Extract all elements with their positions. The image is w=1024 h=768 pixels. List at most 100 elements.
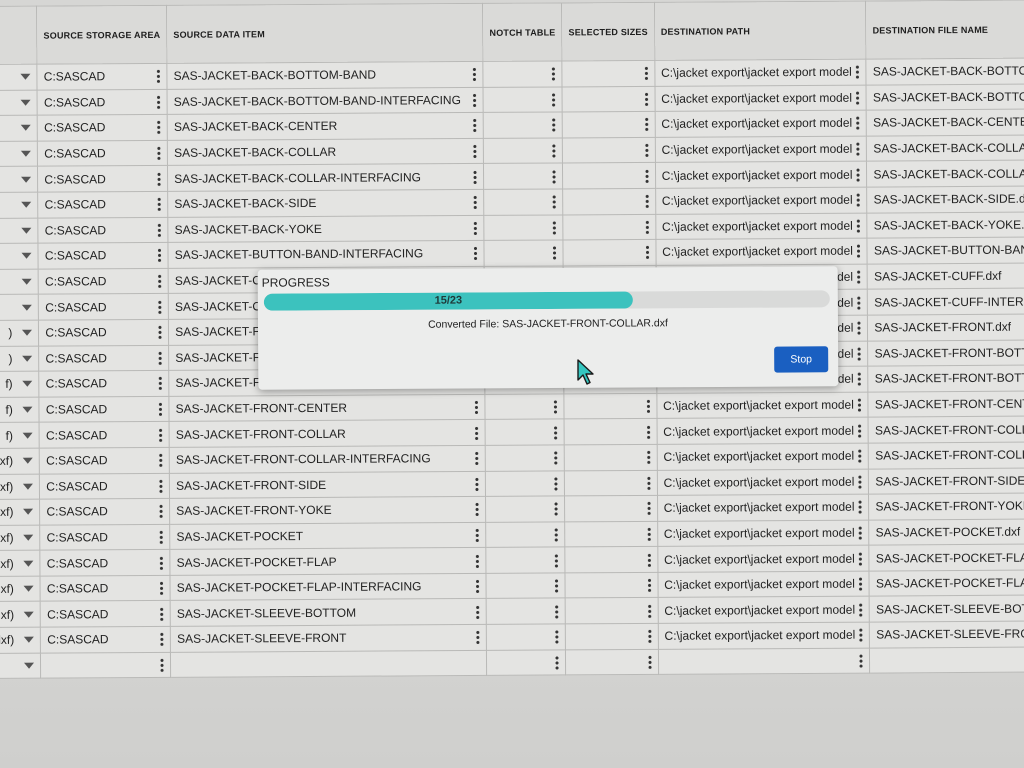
source-data-item-cell[interactable]: SAS-JACKET-FRONT-YOKE bbox=[169, 496, 486, 525]
source-storage-area-kebab-menu-icon[interactable] bbox=[158, 325, 163, 340]
source-storage-area-kebab-menu-icon[interactable] bbox=[159, 504, 164, 519]
selected-sizes-kebab-menu-icon[interactable] bbox=[647, 578, 652, 593]
selected-sizes-kebab-menu-icon[interactable] bbox=[647, 629, 652, 644]
notch-table-kebab-menu-icon[interactable] bbox=[551, 66, 556, 81]
source-data-item-cell[interactable]: SAS-JACKET-BACK-BOTTOM-BAND bbox=[167, 61, 484, 89]
source-storage-area-kebab-menu-icon[interactable] bbox=[159, 529, 164, 544]
selected-sizes-kebab-menu-icon[interactable] bbox=[646, 526, 651, 541]
source-storage-area-kebab-menu-icon[interactable] bbox=[157, 171, 162, 186]
selected-sizes-cell[interactable] bbox=[565, 597, 658, 624]
source-data-item-cell[interactable]: SAS-JACKET-BACK-CENTER bbox=[167, 112, 484, 141]
source-data-item-kebab-menu-icon[interactable] bbox=[473, 195, 478, 210]
selected-sizes-kebab-menu-icon[interactable] bbox=[644, 117, 649, 132]
destination-file-name-cell[interactable]: SAS-JACKET-FRONT-COLLAR.dxf bbox=[868, 415, 1024, 443]
source-storage-area-kebab-menu-icon[interactable] bbox=[160, 657, 165, 672]
selected-sizes-cell[interactable] bbox=[562, 60, 655, 87]
destination-path-cell[interactable]: C:\jacket export\jacket export model bbox=[657, 622, 870, 650]
source-storage-area-kebab-menu-icon[interactable] bbox=[158, 453, 163, 468]
selected-sizes-cell[interactable] bbox=[565, 623, 659, 650]
selected-sizes-cell[interactable] bbox=[562, 137, 656, 164]
selected-sizes-cell[interactable] bbox=[564, 495, 658, 522]
source-storage-area-kebab-menu-icon[interactable] bbox=[158, 401, 163, 416]
selected-sizes-cell[interactable] bbox=[562, 85, 655, 113]
destination-file-name-cell[interactable]: SAS-JACKET-BACK-COLLAR.dxf bbox=[866, 133, 1024, 162]
notch-table-cell[interactable] bbox=[485, 470, 565, 497]
notch-table-kebab-menu-icon[interactable] bbox=[554, 578, 559, 593]
source-storage-area-kebab-menu-icon[interactable] bbox=[159, 555, 164, 570]
source-storage-area-cell[interactable]: C:SASCAD bbox=[39, 498, 170, 525]
notch-table-kebab-menu-icon[interactable] bbox=[553, 425, 558, 440]
destination-path-cell[interactable]: C:\jacket export\jacket export model bbox=[657, 519, 870, 547]
notch-table-cell[interactable] bbox=[484, 240, 564, 267]
source-storage-area-kebab-menu-icon[interactable] bbox=[157, 197, 162, 212]
source-storage-area-cell[interactable]: C:SASCAD bbox=[37, 191, 168, 218]
destination-file-name-cell[interactable]: SAS-JACKET-POCKET-FLAP-INTERFACING.dxf bbox=[869, 568, 1024, 597]
destination-path-cell[interactable]: C:\jacket export\jacket export model bbox=[655, 187, 868, 214]
source-data-item-kebab-menu-icon[interactable] bbox=[473, 246, 478, 261]
col-header-source-storage-area[interactable]: SOURCE STORAGE AREA bbox=[36, 5, 168, 65]
selected-sizes-cell[interactable] bbox=[564, 469, 658, 497]
source-storage-area-cell[interactable]: C:SASCAD bbox=[40, 626, 171, 653]
row-expand-caret-icon[interactable] bbox=[21, 176, 32, 183]
source-storage-area-kebab-menu-icon[interactable] bbox=[157, 273, 162, 288]
source-storage-area-cell[interactable]: C:SASCAD bbox=[38, 319, 169, 346]
notch-table-cell[interactable] bbox=[486, 572, 566, 599]
row-expand-caret-icon[interactable] bbox=[22, 278, 33, 285]
destination-path-cell[interactable]: C:\jacket export\jacket export model bbox=[657, 468, 869, 496]
selected-sizes-kebab-menu-icon[interactable] bbox=[644, 142, 649, 158]
selected-sizes-cell[interactable] bbox=[563, 213, 656, 241]
row-expand-caret-icon[interactable] bbox=[22, 381, 33, 388]
destination-file-name-cell[interactable]: SAS-JACKET-FRONT-BOTTOM-BAND.dxf bbox=[867, 338, 1024, 367]
destination-path-kebab-menu-icon[interactable] bbox=[859, 627, 864, 642]
destination-path-cell[interactable]: C:\jacket export\jacket export model bbox=[657, 596, 870, 624]
source-storage-area-cell[interactable]: C:SASCAD bbox=[39, 396, 170, 423]
source-storage-area-cell[interactable]: C:SASCAD bbox=[37, 88, 168, 116]
notch-table-cell[interactable] bbox=[486, 623, 566, 651]
selected-sizes-kebab-menu-icon[interactable] bbox=[647, 603, 652, 618]
selected-sizes-cell[interactable] bbox=[562, 111, 655, 138]
source-storage-area-cell[interactable]: C:SASCAD bbox=[39, 472, 170, 500]
destination-path-kebab-menu-icon[interactable] bbox=[856, 218, 861, 233]
source-storage-area-cell[interactable]: C:SASCAD bbox=[37, 114, 168, 141]
source-data-item-kebab-menu-icon[interactable] bbox=[474, 399, 479, 415]
destination-file-name-cell[interactable]: SAS-JACKET-FRONT.dxf bbox=[867, 313, 1024, 341]
source-data-item-kebab-menu-icon[interactable] bbox=[474, 425, 479, 440]
notch-table-kebab-menu-icon[interactable] bbox=[554, 501, 559, 516]
destination-path-kebab-menu-icon[interactable] bbox=[856, 192, 861, 207]
destination-file-name-cell[interactable]: SAS-JACKET-FRONT-BOTTOM-BAND-INTERFACING… bbox=[868, 364, 1024, 392]
destination-path-cell[interactable]: C:\jacket export\jacket export model bbox=[656, 417, 869, 445]
destination-path-cell[interactable]: C:\jacket export\jacket export model bbox=[655, 161, 868, 189]
source-data-item-cell[interactable]: SAS-JACKET-FRONT-CENTER bbox=[169, 394, 486, 422]
destination-path-kebab-menu-icon[interactable] bbox=[857, 346, 862, 361]
source-data-item-kebab-menu-icon[interactable] bbox=[476, 630, 481, 645]
source-data-item-cell[interactable]: SAS-JACKET-POCKET bbox=[169, 522, 487, 550]
selected-sizes-kebab-menu-icon[interactable] bbox=[647, 654, 652, 669]
source-data-item-kebab-menu-icon[interactable] bbox=[473, 144, 478, 159]
row-expand-caret-icon[interactable] bbox=[22, 406, 33, 413]
destination-path-kebab-menu-icon[interactable] bbox=[857, 372, 862, 387]
col-header-source-data-item[interactable]: SOURCE DATA ITEM bbox=[166, 3, 484, 64]
notch-table-cell[interactable] bbox=[485, 521, 566, 548]
destination-path-cell[interactable]: C:\jacket export\jacket export model bbox=[655, 238, 868, 266]
destination-file-name-cell[interactable] bbox=[869, 645, 1024, 674]
source-storage-area-kebab-menu-icon[interactable] bbox=[160, 632, 165, 647]
source-storage-area-cell[interactable]: C:SASCAD bbox=[39, 421, 170, 449]
destination-path-kebab-menu-icon[interactable] bbox=[856, 141, 861, 156]
destination-path-kebab-menu-icon[interactable] bbox=[856, 244, 861, 259]
notch-table-kebab-menu-icon[interactable] bbox=[551, 92, 556, 107]
destination-path-cell[interactable]: C:\jacket export\jacket export model bbox=[656, 391, 869, 419]
notch-table-kebab-menu-icon[interactable] bbox=[555, 629, 560, 644]
selected-sizes-cell[interactable] bbox=[564, 521, 658, 548]
stop-button[interactable]: Stop bbox=[774, 346, 829, 373]
source-data-item-cell[interactable]: SAS-JACKET-SLEEVE-FRONT bbox=[170, 624, 487, 653]
source-storage-area-kebab-menu-icon[interactable] bbox=[159, 581, 164, 596]
notch-table-kebab-menu-icon[interactable] bbox=[552, 117, 557, 132]
destination-file-name-cell[interactable]: SAS-JACKET-SLEEVE-BOTTOM.dxf bbox=[869, 594, 1024, 623]
row-expand-caret-icon[interactable] bbox=[21, 150, 32, 157]
notch-table-kebab-menu-icon[interactable] bbox=[552, 194, 557, 209]
row-expand-caret-icon[interactable] bbox=[21, 253, 32, 260]
source-storage-area-cell[interactable]: C:SASCAD bbox=[39, 447, 170, 474]
notch-table-kebab-menu-icon[interactable] bbox=[552, 143, 557, 158]
notch-table-kebab-menu-icon[interactable] bbox=[554, 450, 559, 465]
destination-path-cell[interactable] bbox=[658, 647, 871, 675]
